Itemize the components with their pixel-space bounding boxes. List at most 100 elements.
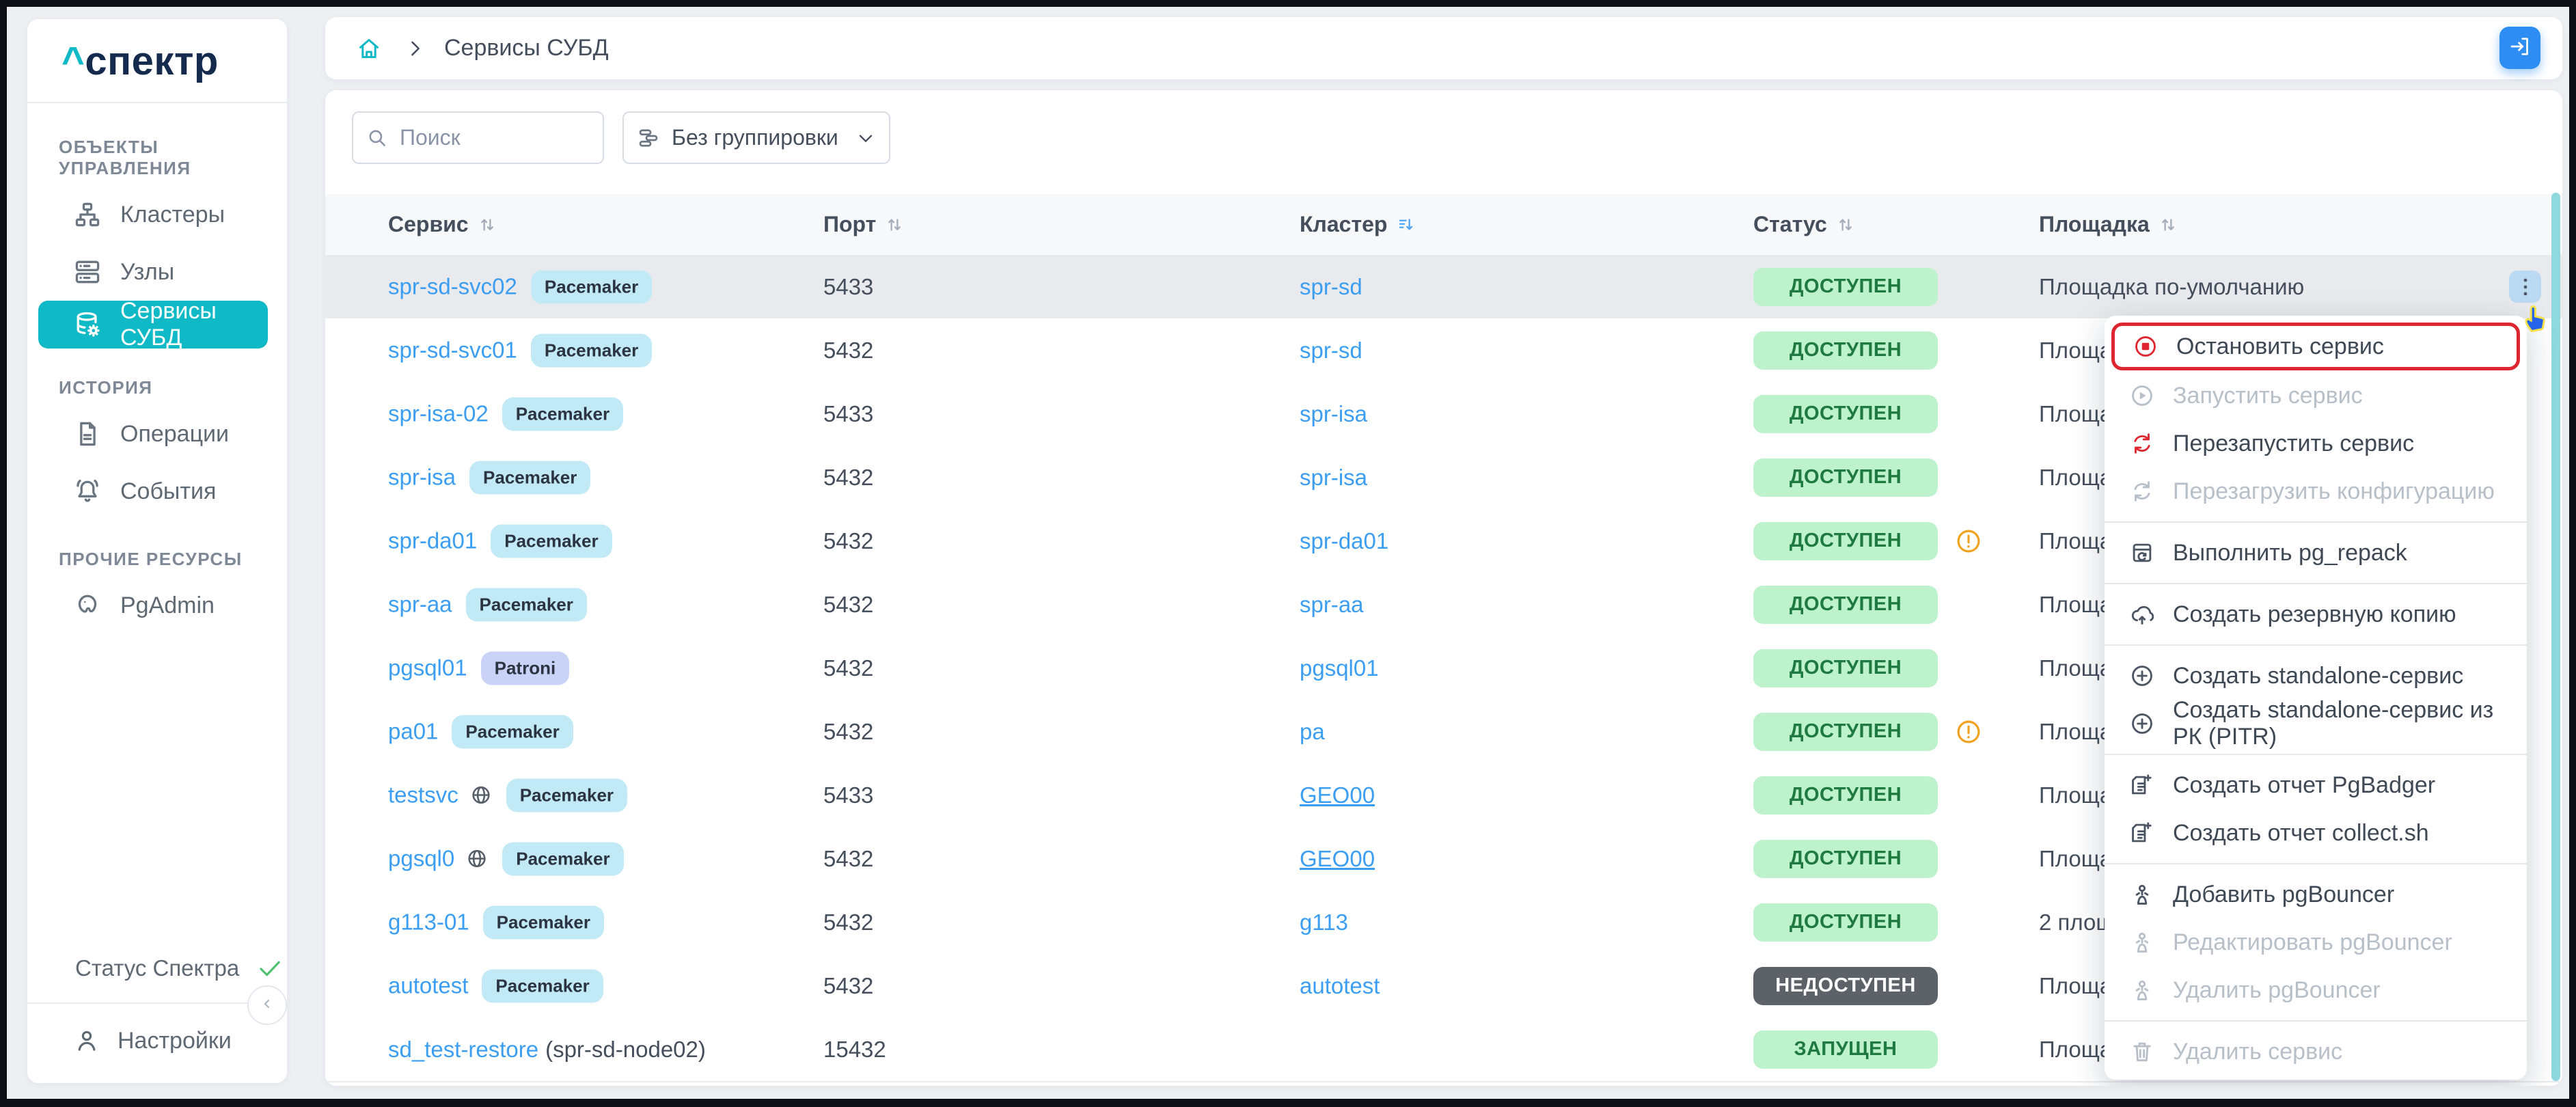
- cluster-link[interactable]: autotest: [1300, 973, 1380, 999]
- column-header-4[interactable]: Статус: [1753, 194, 1856, 255]
- app-logo: ^спектр: [61, 38, 219, 84]
- sidebar-item-label: События: [120, 478, 216, 505]
- cluster-link[interactable]: spr-da01: [1300, 528, 1388, 554]
- menu-item-label: Создать отчет collect.sh: [2173, 820, 2429, 847]
- menu-item-label: Редактировать pgBouncer: [2173, 929, 2452, 956]
- table-row[interactable]: spr-sd-svc02Pacemaker5433spr-sdДОСТУПЕНП…: [325, 255, 2562, 320]
- port-cell: 5432: [823, 719, 873, 745]
- cluster-cell: spr-da01: [1300, 528, 1388, 554]
- cluster-link[interactable]: GEO00: [1300, 782, 1375, 808]
- status-badge: НЕДОСТУПЕН: [1753, 967, 1938, 1005]
- cluster-link[interactable]: spr-sd: [1300, 274, 1362, 300]
- column-header-1[interactable]: Сервис: [388, 194, 497, 255]
- menu-divider: [2105, 754, 2527, 755]
- sidebar-divider: [27, 102, 287, 103]
- cluster-link[interactable]: pgsql01: [1300, 655, 1379, 681]
- sidebar-item-события[interactable]: События: [27, 463, 268, 520]
- menu-item-создать-standalone-сервис-из-рк-pitr-[interactable]: Создать standalone-сервис из РК (PITR): [2105, 700, 2527, 748]
- search-input[interactable]: [398, 124, 579, 151]
- cluster-type-badge: Patroni: [481, 651, 570, 685]
- home-icon[interactable]: [355, 35, 383, 62]
- menu-item-создать-standalone-сервис[interactable]: Создать standalone-сервис: [2105, 652, 2527, 700]
- port-cell: 5432: [823, 973, 873, 999]
- grouping-value: Без группировки: [672, 125, 855, 150]
- cluster-type-badge: Pacemaker: [531, 333, 652, 367]
- chevron-down-icon: [855, 127, 877, 149]
- menu-item-перезапустить-сервис[interactable]: Перезапустить сервис: [2105, 420, 2527, 467]
- menu-item-создать-резервную-копию[interactable]: Создать резервную копию: [2105, 590, 2527, 638]
- port-cell: 5432: [823, 528, 873, 554]
- cluster-cell: autotest: [1300, 973, 1380, 999]
- menu-item-выполнить-pg_repack[interactable]: Выполнить pg_repack: [2105, 529, 2527, 577]
- grouping-select[interactable]: Без группировки: [622, 111, 890, 164]
- breadcrumb-bar: Сервисы СУБД: [325, 17, 2562, 79]
- chevron-left-icon: [257, 994, 277, 1017]
- plus-circle-icon: [2129, 711, 2155, 737]
- sidebar-item-операции[interactable]: Операции: [27, 405, 268, 463]
- status-cell: ДОСТУПЕН: [1753, 776, 1938, 815]
- service-link[interactable]: testsvc: [388, 782, 458, 808]
- service-link[interactable]: spr-isa-02: [388, 401, 489, 427]
- port-cell: 5433: [823, 274, 873, 300]
- status-cell: ДОСТУПЕН: [1753, 586, 1938, 624]
- menu-item-создать-отчет-collect.sh[interactable]: Создать отчет collect.sh: [2105, 809, 2527, 857]
- service-link[interactable]: spr-sd-svc01: [388, 338, 517, 364]
- service-link[interactable]: pa01: [388, 719, 438, 745]
- port-cell: 5432: [823, 338, 873, 364]
- sidebar-collapse-button[interactable]: [247, 985, 287, 1025]
- service-link[interactable]: spr-isa: [388, 465, 456, 491]
- port-value: 5432: [823, 846, 873, 872]
- service-link[interactable]: spr-sd-svc02: [388, 274, 517, 300]
- cluster-link[interactable]: spr-isa: [1300, 465, 1367, 491]
- port-cell: 5432: [823, 910, 873, 935]
- column-header-5[interactable]: Площадка: [2039, 194, 2178, 255]
- service-link[interactable]: autotest: [388, 973, 468, 999]
- cluster-link[interactable]: g113: [1300, 910, 1348, 935]
- service-link[interactable]: spr-da01: [388, 528, 477, 554]
- status-badge: ДОСТУПЕН: [1753, 903, 1938, 942]
- service-cell: spr-sd-svc02Pacemaker: [388, 270, 652, 303]
- menu-item-добавить-pgbouncer[interactable]: Добавить pgBouncer: [2105, 871, 2527, 918]
- chevron-right-icon: [403, 37, 426, 60]
- menu-item-создать-отчет-pgbadger[interactable]: Создать отчет PgBadger: [2105, 761, 2527, 809]
- status-cell: ЗАПУЩЕН: [1753, 1030, 1938, 1069]
- cluster-link[interactable]: spr-isa: [1300, 401, 1367, 427]
- menu-divider: [2105, 583, 2527, 584]
- vertical-scrollbar[interactable]: [2551, 193, 2560, 1081]
- menu-item-остановить-сервис[interactable]: Остановить сервис: [2111, 323, 2520, 370]
- cluster-link[interactable]: spr-aa: [1300, 592, 1364, 618]
- cluster-link[interactable]: GEO00: [1300, 846, 1375, 872]
- cluster-cell: spr-isa: [1300, 401, 1367, 427]
- reload-icon: [2129, 478, 2155, 504]
- status-check-icon: [256, 954, 284, 983]
- port-value: 5433: [823, 274, 873, 300]
- service-link[interactable]: pgsql01: [388, 655, 467, 681]
- sidebar-item-label: Сервисы СУБД: [120, 298, 268, 351]
- cluster-link[interactable]: pa: [1300, 719, 1325, 745]
- status-badge: ДОСТУПЕН: [1753, 713, 1938, 751]
- service-link[interactable]: pgsql0: [388, 846, 454, 872]
- search-box: [352, 111, 604, 164]
- cluster-type-badge: Pacemaker: [466, 588, 587, 621]
- service-link[interactable]: g113-01: [388, 910, 469, 935]
- cluster-type-badge: Pacemaker: [491, 524, 612, 558]
- menu-item-label: Создать резервную копию: [2173, 601, 2456, 628]
- settings-button[interactable]: Настройки: [72, 1026, 232, 1055]
- menu-item-label: Запустить сервис: [2173, 383, 2363, 409]
- cluster-cell: GEO00: [1300, 846, 1375, 872]
- column-header-3[interactable]: Кластер: [1300, 194, 1416, 255]
- status-badge: ДОСТУПЕН: [1753, 649, 1938, 687]
- cluster-link[interactable]: spr-sd: [1300, 338, 1362, 364]
- service-link[interactable]: sd_test-restore: [388, 1037, 538, 1063]
- sidebar-item-узлы[interactable]: Узлы: [27, 243, 268, 301]
- sidebar-item-кластеры[interactable]: Кластеры: [27, 186, 268, 243]
- sidebar-item-сервисы-субд[interactable]: Сервисы СУБД: [38, 301, 268, 348]
- row-actions-button[interactable]: [2509, 271, 2541, 303]
- cluster-cell: spr-isa: [1300, 465, 1367, 491]
- service-cell: spr-sd-svc01 Pacemaker: [388, 333, 652, 367]
- sidebar-item-pgadmin[interactable]: PgAdmin: [27, 577, 268, 634]
- service-link[interactable]: spr-aa: [388, 592, 452, 618]
- login-button[interactable]: [2499, 27, 2540, 69]
- column-header-2[interactable]: Порт: [823, 194, 905, 255]
- cluster-type-badge: Pacemaker: [502, 397, 623, 430]
